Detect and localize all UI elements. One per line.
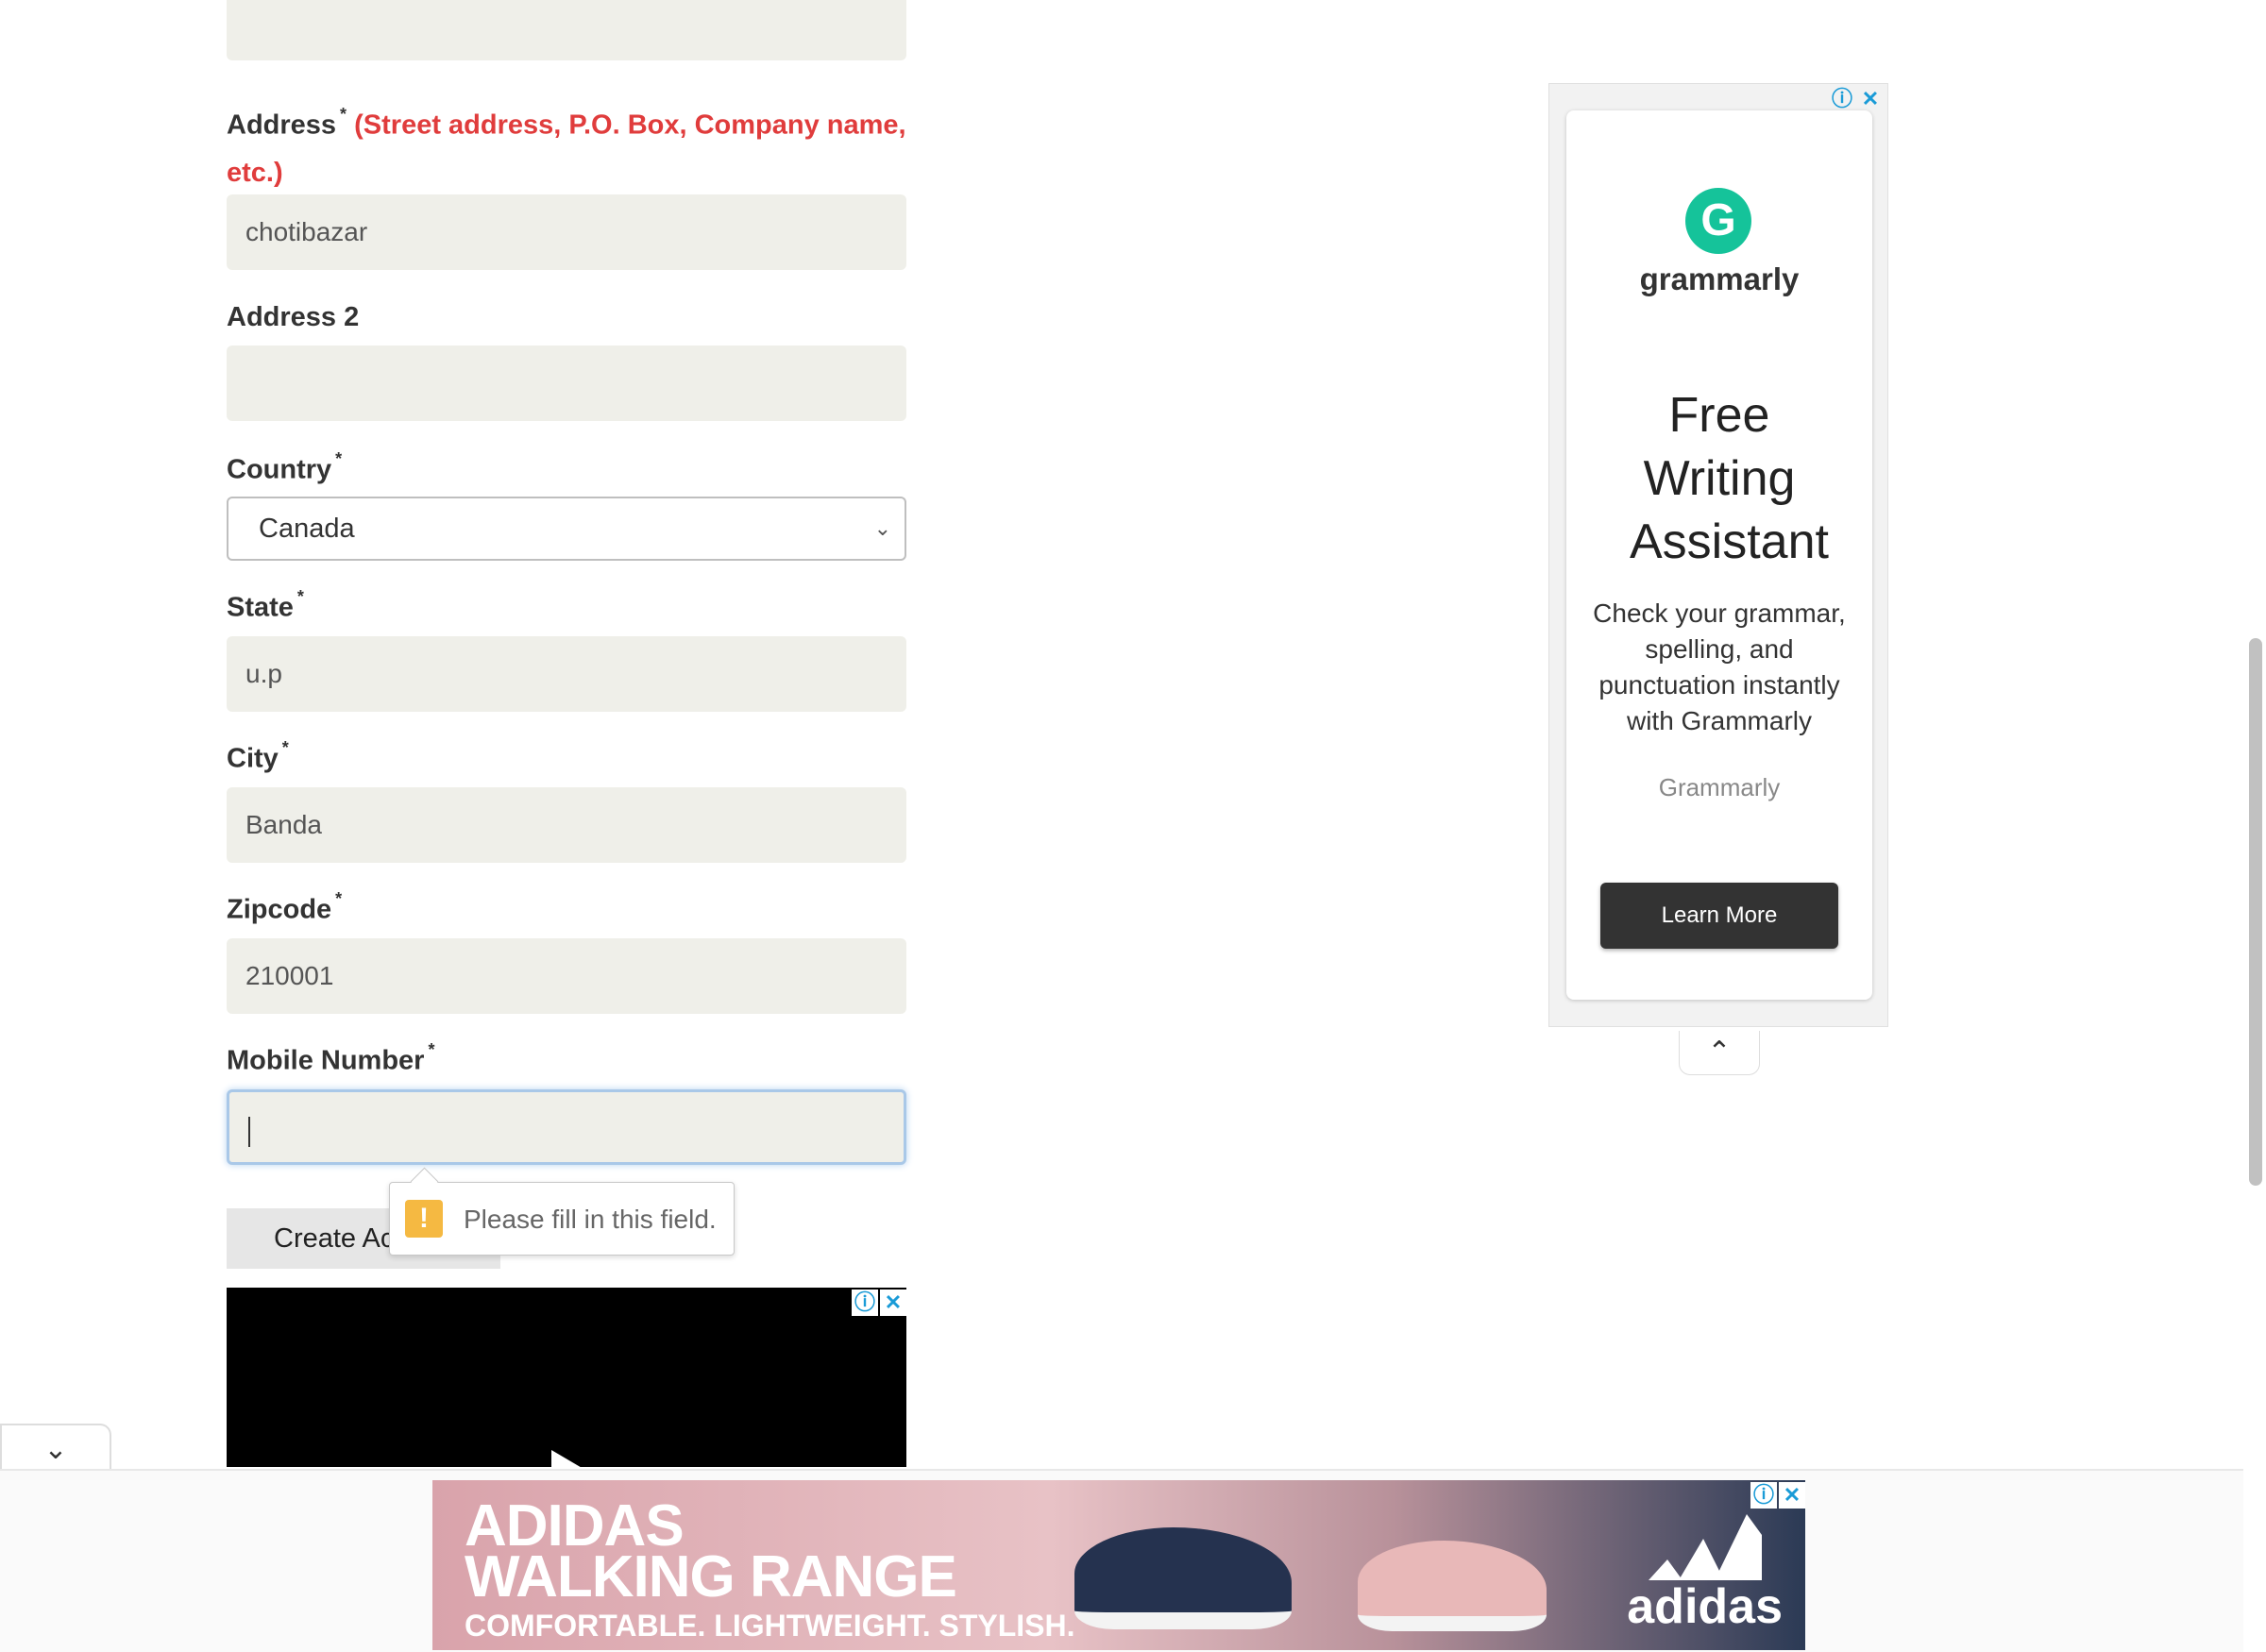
close-icon[interactable]: ✕	[1779, 1482, 1805, 1509]
address-label: Address * (Street address, P.O. Box, Comp…	[227, 105, 906, 188]
previous-field[interactable]	[227, 0, 906, 60]
ad-body: Check your grammar, spelling, and punctu…	[1593, 598, 1846, 735]
validation-tooltip: ! Please fill in this field.	[389, 1167, 735, 1256]
ad-card[interactable]: G grammarly Free Writing Assistant Check…	[1566, 110, 1872, 1000]
close-icon[interactable]: ✕	[1857, 86, 1884, 112]
close-icon[interactable]: ✕	[880, 1290, 906, 1316]
city-input[interactable]: Banda	[227, 787, 906, 863]
chevron-up-icon[interactable]: ⌃	[1679, 1031, 1760, 1075]
adidas-logo-icon	[1649, 1514, 1762, 1580]
grammarly-ad[interactable]: ⓘ ✕ G grammarly Free Writing Assistant C…	[1548, 83, 1888, 1027]
banner-line3: COMFORTABLE. LIGHTWEIGHT. STYLISH.	[465, 1609, 1075, 1643]
text-caret	[248, 1116, 250, 1147]
city-label: City *	[227, 738, 289, 774]
state-label: State *	[227, 587, 304, 623]
state-input[interactable]: u.p	[227, 636, 906, 712]
chevron-down-icon: ⌄	[873, 516, 891, 540]
scrollbar-thumb[interactable]	[2249, 638, 2262, 1186]
video-ad[interactable]: ⓘ ✕	[227, 1288, 906, 1488]
country-select[interactable]: Canada ⌄	[227, 497, 906, 561]
shoe-navy-image	[1074, 1527, 1292, 1629]
address-input[interactable]: chotibazar	[227, 194, 906, 270]
address2-label: Address 2	[227, 302, 360, 332]
banner-line2: WALKING RANGE	[465, 1544, 957, 1610]
country-label: Country *	[227, 449, 343, 485]
ad-brand: Grammarly	[1658, 773, 1781, 801]
adidas-banner-ad[interactable]: ADIDAS WALKING RANGE COMFORTABLE. LIGHTW…	[432, 1480, 1805, 1650]
info-icon[interactable]: ⓘ	[1829, 86, 1855, 112]
learn-more-button[interactable]: Learn More	[1600, 883, 1838, 949]
shoe-pink-image	[1358, 1541, 1547, 1631]
scrollbar[interactable]	[2243, 0, 2266, 1473]
warning-icon: !	[405, 1200, 443, 1238]
brand-wordmark: grammarly	[1639, 261, 1800, 296]
zipcode-label: Zipcode *	[227, 889, 343, 925]
mobile-input[interactable]	[227, 1089, 906, 1165]
mobile-label: Mobile Number *	[227, 1040, 435, 1076]
info-icon[interactable]: ⓘ	[1750, 1482, 1777, 1509]
zipcode-input[interactable]: 210001	[227, 938, 906, 1014]
chevron-down-icon[interactable]: ⌄	[0, 1424, 111, 1475]
tooltip-arrow	[410, 1167, 439, 1196]
grammarly-logo-icon: G	[1685, 188, 1751, 254]
adidas-wordmark: adidas	[1627, 1579, 1783, 1634]
ad-headline: Free Writing Assistant	[1630, 388, 1829, 569]
info-icon[interactable]: ⓘ	[852, 1290, 878, 1316]
address2-input[interactable]	[227, 346, 906, 421]
